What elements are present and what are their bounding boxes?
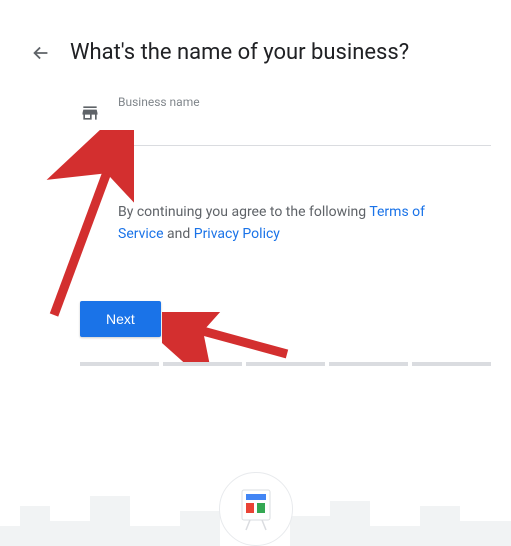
page-title: What's the name of your business? [70, 40, 409, 65]
consent-and: and [164, 226, 194, 242]
progress-segment [163, 362, 242, 366]
footer-illustration [0, 456, 511, 546]
billboard-icon [219, 472, 293, 546]
progress-segment [412, 362, 491, 366]
progress-segment [329, 362, 408, 366]
privacy-link[interactable]: Privacy Policy [194, 226, 280, 242]
business-name-label: Business name [118, 95, 491, 109]
progress-bar [80, 362, 491, 366]
back-arrow-icon[interactable] [30, 42, 52, 64]
business-name-input[interactable] [118, 113, 491, 146]
store-icon [80, 103, 100, 127]
consent-prefix: By continuing you agree to the following [118, 204, 369, 220]
consent-text: By continuing you agree to the following… [118, 201, 491, 246]
progress-segment [80, 362, 159, 366]
next-button[interactable]: Next [80, 301, 161, 337]
progress-segment [246, 362, 325, 366]
